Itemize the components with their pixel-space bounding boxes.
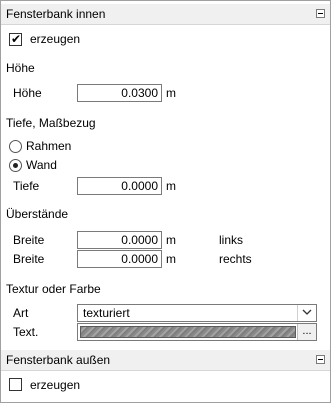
art-select-value: texturiert: [83, 306, 130, 320]
textur-heading: Textur oder Farbe: [6, 282, 101, 296]
textur-label: Text.: [13, 325, 39, 339]
section-header-fensterbank-aussen[interactable]: Fensterbank außen: [1, 350, 330, 371]
section-title: Fensterbank außen: [6, 353, 111, 367]
hoehe-input[interactable]: 0.0300: [77, 84, 162, 102]
chevron-down-icon[interactable]: [297, 305, 316, 321]
tiefe-heading: Tiefe, Maßbezug: [6, 116, 96, 130]
breite-links-side: links: [219, 233, 244, 247]
texture-swatch: [80, 326, 296, 338]
properties-panel: Fensterbank innen ✔ erzeugen Höhe Höhe 0…: [0, 0, 331, 403]
breite-rechts-unit: m: [166, 252, 176, 266]
radio-rahmen[interactable]: [9, 140, 22, 153]
erzeugen-checkbox-innen[interactable]: ✔: [9, 32, 22, 46]
hoehe-label: Höhe: [13, 86, 42, 100]
ueberstaende-heading: Überstände: [6, 207, 69, 221]
breite-label-rechts: Breite: [13, 252, 45, 266]
texture-picker[interactable]: ...: [77, 323, 317, 341]
section-title: Fensterbank innen: [6, 7, 106, 21]
radio-rahmen-label: Rahmen: [26, 139, 72, 153]
breite-label-links: Breite: [13, 233, 45, 247]
section-header-fensterbank-innen[interactable]: Fensterbank innen: [1, 4, 330, 25]
tiefe-label: Tiefe: [13, 179, 40, 193]
radio-wand[interactable]: [9, 159, 22, 172]
erzeugen-checkbox-aussen[interactable]: [9, 378, 22, 391]
hoehe-heading: Höhe: [6, 61, 35, 75]
checkmark-icon: ✔: [11, 32, 22, 46]
breite-links-unit: m: [166, 233, 176, 247]
breite-rechts-input[interactable]: 0.0000: [77, 250, 162, 268]
tiefe-unit: m: [166, 179, 176, 193]
hoehe-unit: m: [166, 86, 176, 100]
erzeugen-label-innen: erzeugen: [30, 32, 81, 46]
collapse-minus-icon[interactable]: [316, 355, 325, 364]
texture-browse-button[interactable]: ...: [297, 324, 316, 340]
art-label: Art: [13, 306, 29, 320]
art-select[interactable]: texturiert: [77, 304, 317, 322]
radio-selected-dot: [13, 163, 18, 168]
tiefe-input[interactable]: 0.0000: [77, 177, 162, 195]
erzeugen-label-aussen: erzeugen: [30, 378, 81, 392]
radio-wand-label: Wand: [26, 158, 57, 172]
collapse-minus-icon[interactable]: [316, 9, 325, 18]
breite-links-input[interactable]: 0.0000: [77, 231, 162, 249]
breite-rechts-side: rechts: [219, 252, 252, 266]
